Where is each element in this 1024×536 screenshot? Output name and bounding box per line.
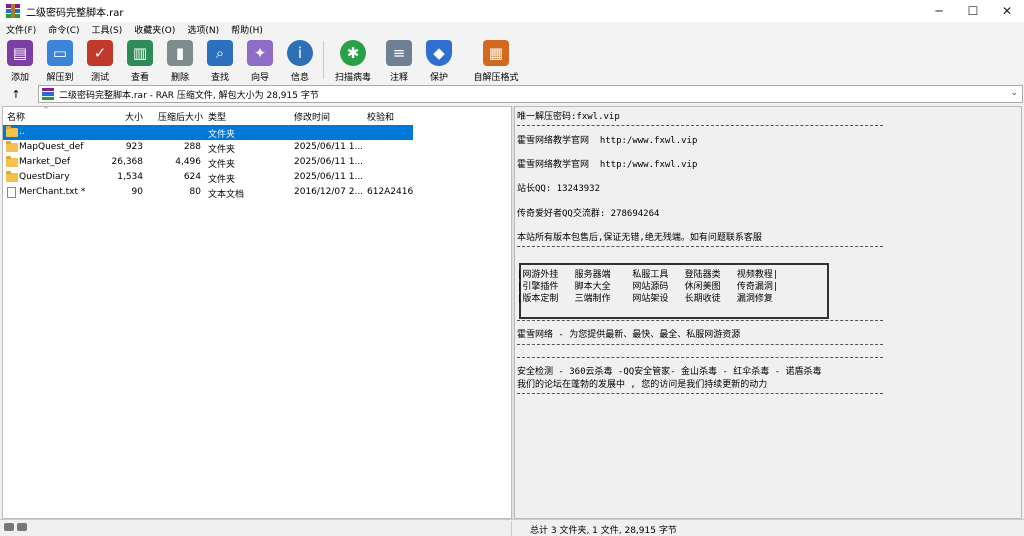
extract-folder-icon: ▭ (47, 40, 73, 66)
title-bar: 二级密码完整脚本.rar ─ ☐ ✕ (0, 0, 1024, 22)
add-button[interactable]: ▤ 添加 (0, 37, 40, 83)
shield-icon: ◆ (426, 40, 452, 66)
wizard-wand-icon: ✦ (247, 40, 273, 66)
address-field[interactable]: 二级密码完整脚本.rar - RAR 压缩文件, 解包大小为 28,915 字节… (38, 85, 1023, 103)
protect-button[interactable]: ◆ 保护 (419, 37, 459, 83)
comment-qq-line: 站长QQ: 13243932 (517, 184, 601, 194)
comment-group-line: 传奇爱好者QQ交流群: 278694264 (517, 209, 660, 219)
comment-divider (517, 344, 883, 345)
rar-archive-icon (42, 88, 54, 100)
menu-favorites[interactable]: 收藏夹(O) (128, 23, 181, 36)
status-summary: 总计 3 文件夹, 1 文件, 28,915 字节 (530, 526, 677, 536)
add-archive-icon: ▤ (7, 40, 33, 66)
winrar-app-icon (6, 4, 20, 18)
menu-bar: 文件(F) 命令(C) 工具(S) 收藏夹(O) 选项(N) 帮助(H) (0, 22, 1024, 37)
virus-scan-icon: ✱ (340, 40, 366, 66)
text-file-icon (7, 187, 16, 198)
view-book-icon: ▥ (127, 40, 153, 66)
comment-service-line: 本站所有版本包售后,保证无错,绝无残端。如有问题联系客服 (517, 233, 762, 243)
window-title: 二级密码完整脚本.rar (26, 7, 124, 19)
table-row[interactable]: Market_Def 26,368 4,496 文件夹 2025/06/11 1… (3, 155, 413, 170)
folder-icon (6, 126, 18, 137)
file-list-panel: 名称 ^ 大小 压缩后大小 类型 修改时间 校验和 .. 文件夹 MapQues… (2, 106, 512, 519)
address-bar: ↑ 二级密码完整脚本.rar - RAR 压缩文件, 解包大小为 28,915 … (0, 84, 1024, 104)
comment-forum-line: 我们的论坛在蓬勃的发展中 , 您的访问是我们持续更新的动力 (517, 380, 768, 390)
menu-file[interactable]: 文件(F) (0, 23, 42, 36)
status-left-area (2, 521, 512, 536)
table-row[interactable]: MerChant.txt * 90 80 文本文档 2016/12/07 2..… (3, 185, 413, 200)
table-row[interactable]: QuestDiary 1,534 624 文件夹 2025/06/11 1... (3, 170, 413, 185)
up-folder-button[interactable]: ↑ (0, 84, 32, 104)
table-row[interactable]: MapQuest_def 923 288 文件夹 2025/06/11 1... (3, 140, 413, 155)
toolbar: ▤ 添加 ▭ 解压到 ✓ 测试 ▥ 查看 ▮ 删除 ⌕ 查找 ✦ 向导 i 信息… (0, 37, 1024, 83)
trash-bin-icon: ▮ (167, 40, 193, 66)
comment-divider (517, 393, 883, 394)
find-button[interactable]: ⌕ 查找 (200, 37, 240, 83)
minimize-button[interactable]: ─ (922, 0, 956, 22)
folder-icon (6, 156, 18, 167)
column-modified-header[interactable]: 修改时间 (294, 110, 330, 123)
column-crc-header[interactable]: 校验和 (367, 110, 394, 123)
table-row[interactable]: .. 文件夹 (3, 125, 413, 140)
comment-note-icon: ≡ (386, 40, 412, 66)
disk-icon (17, 523, 27, 531)
folder-icon (6, 171, 18, 182)
comment-site-line: 霍雪网络教学官网 http:/www.fxwl.vip (517, 136, 698, 146)
menu-commands[interactable]: 命令(C) (42, 23, 85, 36)
info-button[interactable]: i 信息 (280, 37, 320, 83)
menu-tools[interactable]: 工具(S) (86, 23, 129, 36)
key-icon (4, 523, 14, 531)
folder-icon (6, 141, 18, 152)
arrow-up-icon: ↑ (11, 87, 21, 101)
comment-divider (517, 320, 883, 321)
sfx-archive-icon: ▦ (483, 40, 509, 66)
info-icon: i (287, 40, 313, 66)
archive-path-text: 二级密码完整脚本.rar - RAR 压缩文件, 解包大小为 28,915 字节 (59, 90, 319, 101)
menu-options[interactable]: 选项(N) (181, 23, 225, 36)
comment-divider (517, 125, 883, 126)
test-checklist-icon: ✓ (87, 40, 113, 66)
column-type-header[interactable]: 类型 (208, 110, 226, 123)
file-rows: .. 文件夹 MapQuest_def 923 288 文件夹 2025/06/… (3, 125, 511, 200)
comment-divider (517, 246, 883, 247)
wizard-button[interactable]: ✦ 向导 (240, 37, 280, 83)
test-button[interactable]: ✓ 测试 (80, 37, 120, 83)
comment-button[interactable]: ≡ 注释 (379, 37, 419, 83)
sort-ascending-icon: ^ (43, 106, 49, 114)
chevron-down-icon[interactable]: ⌄ (1010, 88, 1018, 98)
comment-slogan-line: 霍雪网络 - 为您提供最新、最快、最全、私服网游资源 (517, 330, 741, 340)
comment-site-line: 霍雪网络教学官网 http:/www.fxwl.vip (517, 160, 698, 170)
drive-status-icons (4, 523, 30, 533)
virus-scan-button[interactable]: ✱ 扫描病毒 (327, 37, 379, 83)
column-packed-header[interactable]: 压缩后大小 (158, 110, 203, 123)
column-name-header[interactable]: 名称 (7, 110, 25, 123)
status-bar: 总计 3 文件夹, 1 文件, 28,915 字节 (0, 519, 1024, 536)
comment-password-line: 唯一解压密码:fxwl.vip (517, 112, 620, 122)
extract-to-button[interactable]: ▭ 解压到 (40, 37, 80, 83)
maximize-button[interactable]: ☐ (956, 0, 990, 22)
comment-divider (517, 357, 883, 358)
comment-box-line: |版本定制 三端制作 网站架设 长期收徒 漏洞修复 (517, 294, 773, 304)
column-size-header[interactable]: 大小 (125, 110, 143, 123)
view-button[interactable]: ▥ 查看 (120, 37, 160, 83)
comment-antivirus-line: 安全检测 - 360云杀毒 -QQ安全管家- 金山杀毒 - 红伞杀毒 - 诺盾杀… (517, 367, 822, 377)
magnifier-icon: ⌕ (207, 40, 233, 66)
window-controls: ─ ☐ ✕ (922, 0, 1024, 22)
menu-help[interactable]: 帮助(H) (225, 23, 269, 36)
archive-comment-panel: 唯一解压密码:fxwl.vip 霍雪网络教学官网 http:/www.fxwl.… (514, 106, 1022, 519)
toolbar-separator (323, 41, 324, 79)
column-header-row: 名称 ^ 大小 压缩后大小 类型 修改时间 校验和 (3, 106, 511, 125)
close-button[interactable]: ✕ (990, 0, 1024, 22)
delete-button[interactable]: ▮ 删除 (160, 37, 200, 83)
sfx-button[interactable]: ▦ 自解压格式 (459, 37, 533, 83)
